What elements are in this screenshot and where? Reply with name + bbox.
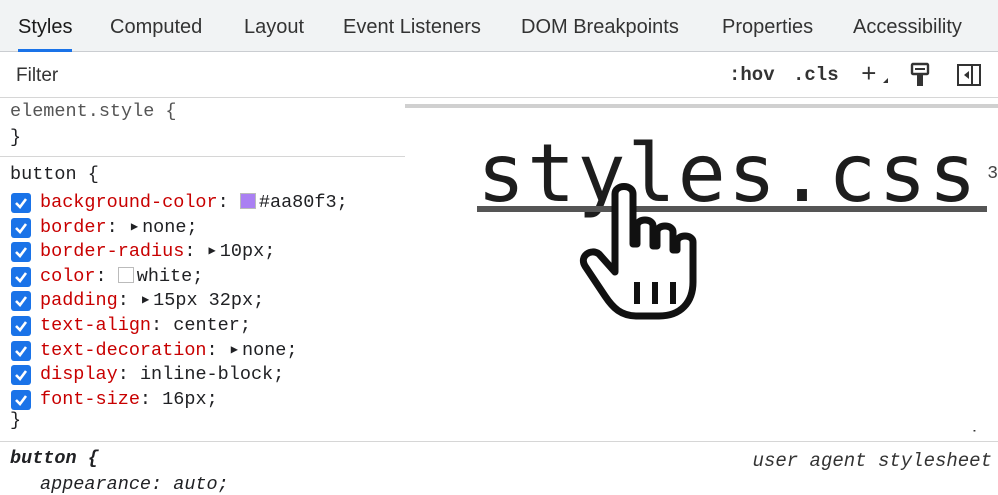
declaration-semicolon: ; xyxy=(206,388,218,410)
declaration-checkbox[interactable] xyxy=(11,389,31,410)
declaration-row[interactable]: font-size: 16px; xyxy=(40,389,218,410)
declaration-colon: : xyxy=(217,192,240,213)
color-swatch[interactable] xyxy=(117,266,134,283)
declaration-checkbox[interactable] xyxy=(11,291,31,312)
source-link-styles-css[interactable]: styles.css xyxy=(477,134,979,214)
declaration-property[interactable]: display xyxy=(40,364,118,385)
tab-layout[interactable]: Layout xyxy=(244,0,304,52)
panel-tabs: Styles Computed Layout Event Listeners D… xyxy=(0,0,998,52)
expand-triangle-icon[interactable]: ▶ xyxy=(209,243,216,258)
declaration-semicolon: ; xyxy=(336,192,348,213)
filter-input[interactable] xyxy=(14,60,658,92)
tab-styles[interactable]: Styles xyxy=(18,0,73,52)
declaration-row[interactable]: background-color: #aa80f3; xyxy=(40,192,348,213)
declaration-semicolon: ; xyxy=(264,241,276,263)
declaration-semicolon: ; xyxy=(273,364,285,386)
element-style-selector[interactable]: element.style { xyxy=(10,101,177,122)
declaration-colon: : xyxy=(184,241,207,263)
color-swatch[interactable] xyxy=(239,193,256,209)
declaration-row[interactable]: text-decoration: ▶ none; xyxy=(40,340,298,361)
hov-button[interactable]: :hov xyxy=(729,58,775,92)
declaration-semicolon: ; xyxy=(186,216,198,238)
new-style-rule-button[interactable]: + xyxy=(861,58,877,92)
paint-icon[interactable] xyxy=(909,62,931,93)
zoom-top-line xyxy=(405,104,998,108)
expand-triangle-icon[interactable]: ▶ xyxy=(131,219,138,234)
declaration-row[interactable]: display: inline-block; xyxy=(40,364,284,385)
rule-divider xyxy=(0,441,998,442)
declaration-checkbox[interactable] xyxy=(11,365,31,386)
tab-accessibility[interactable]: Accessibility xyxy=(853,0,962,52)
declaration-value[interactable]: white xyxy=(137,266,193,287)
rule-close: } xyxy=(10,410,22,431)
cls-button[interactable]: .cls xyxy=(793,58,839,92)
element-style-close: } xyxy=(10,127,22,148)
declaration-checkbox[interactable] xyxy=(11,316,31,336)
ua-rule-selector: button { xyxy=(10,448,99,469)
declaration-semicolon: ; xyxy=(253,290,265,312)
corner-arrow-icon xyxy=(883,78,888,83)
tab-properties[interactable]: Properties xyxy=(722,0,813,52)
declaration-property[interactable]: font-size xyxy=(40,389,140,410)
declaration-semicolon: ; xyxy=(286,339,298,361)
declaration-property[interactable]: border-radius xyxy=(40,241,184,262)
expand-triangle-icon[interactable]: ▶ xyxy=(231,342,238,357)
declaration-semicolon: ; xyxy=(239,315,251,336)
declaration-checkbox[interactable] xyxy=(11,193,31,213)
declaration-property[interactable]: background-color xyxy=(40,192,218,213)
declaration-colon: : xyxy=(106,216,129,238)
declaration-value[interactable]: 15px 32px xyxy=(153,290,253,311)
declaration-colon: : xyxy=(117,290,140,312)
declaration-checkbox[interactable] xyxy=(11,217,31,238)
declaration-value[interactable]: 16px xyxy=(162,389,206,410)
declaration-colon: : xyxy=(139,388,163,410)
declaration-value[interactable]: none xyxy=(142,217,186,238)
expand-triangle-icon[interactable]: ▶ xyxy=(142,292,149,307)
declaration-row[interactable]: color: white; xyxy=(40,266,203,287)
hand-pointer-icon xyxy=(575,182,705,327)
declaration-row[interactable]: padding: ▶ 15px 32px; xyxy=(40,290,264,311)
declaration-value[interactable]: #aa80f3 xyxy=(259,192,337,213)
declaration-value[interactable]: none xyxy=(242,340,286,361)
ua-source-label: user agent stylesheet xyxy=(752,450,992,472)
ua-declaration: appearance: auto; xyxy=(40,474,229,495)
declaration-colon: : xyxy=(206,339,229,361)
source-link-zoom: styles.css 3 xyxy=(405,100,998,430)
declaration-property[interactable]: border xyxy=(40,217,107,238)
declaration-property[interactable]: text-decoration xyxy=(40,340,207,361)
declaration-colon: : xyxy=(117,364,140,386)
toggle-sidebar-icon[interactable] xyxy=(957,64,981,91)
declaration-semicolon: ; xyxy=(192,265,204,287)
declaration-property[interactable]: text-align xyxy=(40,315,151,336)
declaration-property[interactable]: padding xyxy=(40,290,118,311)
tab-event-listeners[interactable]: Event Listeners xyxy=(343,0,481,52)
declaration-row[interactable]: text-align: center; xyxy=(40,315,251,336)
source-link-underline xyxy=(477,206,987,212)
declaration-colon: : xyxy=(151,315,174,336)
declaration-colon: : xyxy=(95,265,118,287)
tab-computed[interactable]: Computed xyxy=(110,0,202,52)
filter-bar xyxy=(0,52,998,98)
source-line-number: 3 xyxy=(987,164,998,184)
rule-selector[interactable]: button { xyxy=(10,164,99,185)
declaration-row[interactable]: border: ▶ none; xyxy=(40,217,198,238)
declaration-checkbox[interactable] xyxy=(11,242,31,263)
declaration-value[interactable]: center xyxy=(173,315,240,336)
plus-icon: + xyxy=(861,60,877,90)
tab-dom-breakpoints[interactable]: DOM Breakpoints xyxy=(521,0,679,52)
rule-divider xyxy=(0,156,405,157)
declaration-checkbox[interactable] xyxy=(11,340,31,361)
declaration-value[interactable]: inline-block xyxy=(140,364,273,385)
declaration-checkbox[interactable] xyxy=(11,266,31,287)
declaration-property[interactable]: color xyxy=(40,266,96,287)
declaration-row[interactable]: border-radius: ▶ 10px; xyxy=(40,241,275,262)
declaration-value[interactable]: 10px xyxy=(220,241,264,262)
